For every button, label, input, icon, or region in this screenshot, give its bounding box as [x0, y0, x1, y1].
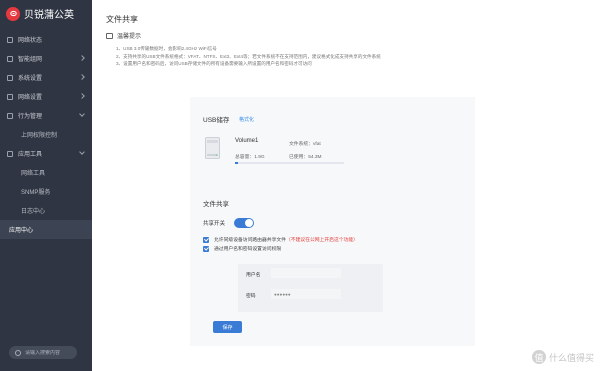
search-icon — [15, 349, 21, 356]
chevron-down-icon — [79, 55, 85, 61]
message-icon — [106, 32, 113, 39]
tip-line: 3、设置用户名和密码后，访问USB存储文件的所有设备需要输入所设置的用户名和密码… — [116, 61, 312, 66]
save-button[interactable]: 保存 — [213, 321, 242, 333]
sidebar-subitem-snmp[interactable]: SNMP服务 — [0, 182, 92, 201]
usb-section-title: USB储存 — [203, 117, 230, 124]
chevron-up-icon — [79, 149, 85, 155]
file-system: 文件系统：vfat — [289, 142, 321, 147]
username-label: 用户名 — [246, 273, 261, 278]
sidebar-item-label: 网络状态 — [18, 38, 43, 44]
password-label: 密码 — [246, 294, 256, 299]
sidebar-item-system-settings[interactable]: 系统设置 — [0, 68, 92, 87]
sidebar-item-label: 应用工具 — [18, 152, 43, 158]
auth-label: 通过用户名和密码设置访问权限 — [214, 247, 282, 252]
sidebar-item-label: 系统设置 — [18, 76, 43, 82]
sidebar-item-label: 网络设置 — [18, 95, 43, 101]
sidebar-item-app-center[interactable]: 应用中心 — [0, 220, 92, 239]
network-settings-icon — [7, 93, 13, 100]
lan-access-warning: （不建议在公网上开启这个功能） — [285, 238, 358, 243]
search-input[interactable] — [25, 349, 77, 356]
toggle-knob — [245, 219, 254, 227]
usage-progress-fill — [235, 162, 239, 164]
used-capacity: 已使用：54.3M — [289, 155, 322, 160]
tip-header: 温馨提示 — [106, 31, 141, 40]
tip-line: 2、支持共享的USB文件系统格式：VFAT、NTFS、Ext3、Ext4等；若文… — [116, 53, 381, 59]
sidebar-item-label: 智能组网 — [18, 57, 43, 63]
chevron-down-icon — [79, 93, 85, 99]
usage-progress — [235, 162, 344, 164]
watermark-text: 什么值得买 — [548, 352, 594, 363]
sidebar-search — [9, 346, 77, 359]
tip-line: 1、USB 3.0传输数据时，会影响2.4GHz WiFi信号 — [116, 46, 217, 51]
lan-access-checkbox[interactable] — [203, 236, 209, 243]
sidebar-item-smart-networking[interactable]: 智能组网 — [0, 49, 92, 68]
chevron-down-icon — [79, 74, 85, 80]
share-section-title: 文件共享 — [203, 201, 229, 208]
usb-drive-icon — [205, 137, 220, 159]
auth-checkbox[interactable] — [203, 245, 209, 252]
system-settings-icon — [7, 74, 13, 81]
sidebar-item-network-settings[interactable]: 网络设置 — [0, 87, 92, 106]
sidebar-item-network-status[interactable]: 网络状态 — [0, 30, 92, 49]
sidebar-subitem-log-center[interactable]: 日志中心 — [0, 201, 92, 220]
checkbox-row-auth: 通过用户名和密码设置访问权限 — [203, 245, 281, 252]
page-title: 文件共享 — [106, 15, 138, 24]
watermark-logo: 值 — [531, 350, 546, 364]
sidebar-item-behavior-management[interactable]: 行为管理 — [0, 106, 92, 125]
lan-access-label: 允许同级设备访问路由器共享文件 — [214, 238, 286, 243]
password-input[interactable] — [271, 289, 341, 299]
share-toggle-row: 共享开关 — [203, 218, 255, 228]
volume-name: Volume1 — [235, 138, 259, 144]
chevron-up-icon — [79, 111, 85, 117]
share-toggle-label: 共享开关 — [203, 221, 226, 227]
app-tools-icon — [7, 150, 13, 157]
tip-list: 1、USB 3.0传输数据时，会影响2.4GHz WiFi信号 2、支持共享的U… — [116, 45, 381, 68]
brand-name: 贝锐蒲公英 — [24, 10, 74, 21]
smart-networking-icon — [7, 55, 13, 62]
sidebar-subitem-access-control[interactable]: 上网权限控制 — [0, 125, 92, 144]
behavior-management-icon — [7, 112, 13, 119]
tip-title: 温馨提示 — [117, 34, 142, 40]
format-link[interactable]: 格式化 — [239, 116, 254, 123]
brand-logo-icon — [6, 6, 20, 21]
checkbox-row-lan-access: 允许同级设备访问路由器共享文件 （不建议在公网上开启这个功能） — [203, 236, 358, 243]
sidebar-item-app-tools[interactable]: 应用工具 — [0, 144, 92, 163]
username-input[interactable] — [271, 268, 341, 278]
total-capacity: 总容量：1.9G — [235, 155, 265, 160]
sidebar: 贝锐蒲公英 网络状态 智能组网 系统设置 网络设置 行为管理 上网权限控制 应用… — [0, 0, 92, 371]
watermark: 值 什么值得买 — [531, 350, 594, 364]
sidebar-nav: 网络状态 智能组网 系统设置 网络设置 行为管理 上网权限控制 应用工具 网络工… — [0, 30, 92, 239]
share-toggle[interactable] — [234, 218, 255, 228]
brand-logo[interactable]: 贝锐蒲公英 — [6, 6, 74, 21]
sidebar-subitem-network-tools[interactable]: 网络工具 — [0, 163, 92, 182]
sidebar-item-label: 行为管理 — [18, 114, 43, 120]
network-status-icon — [7, 36, 13, 43]
